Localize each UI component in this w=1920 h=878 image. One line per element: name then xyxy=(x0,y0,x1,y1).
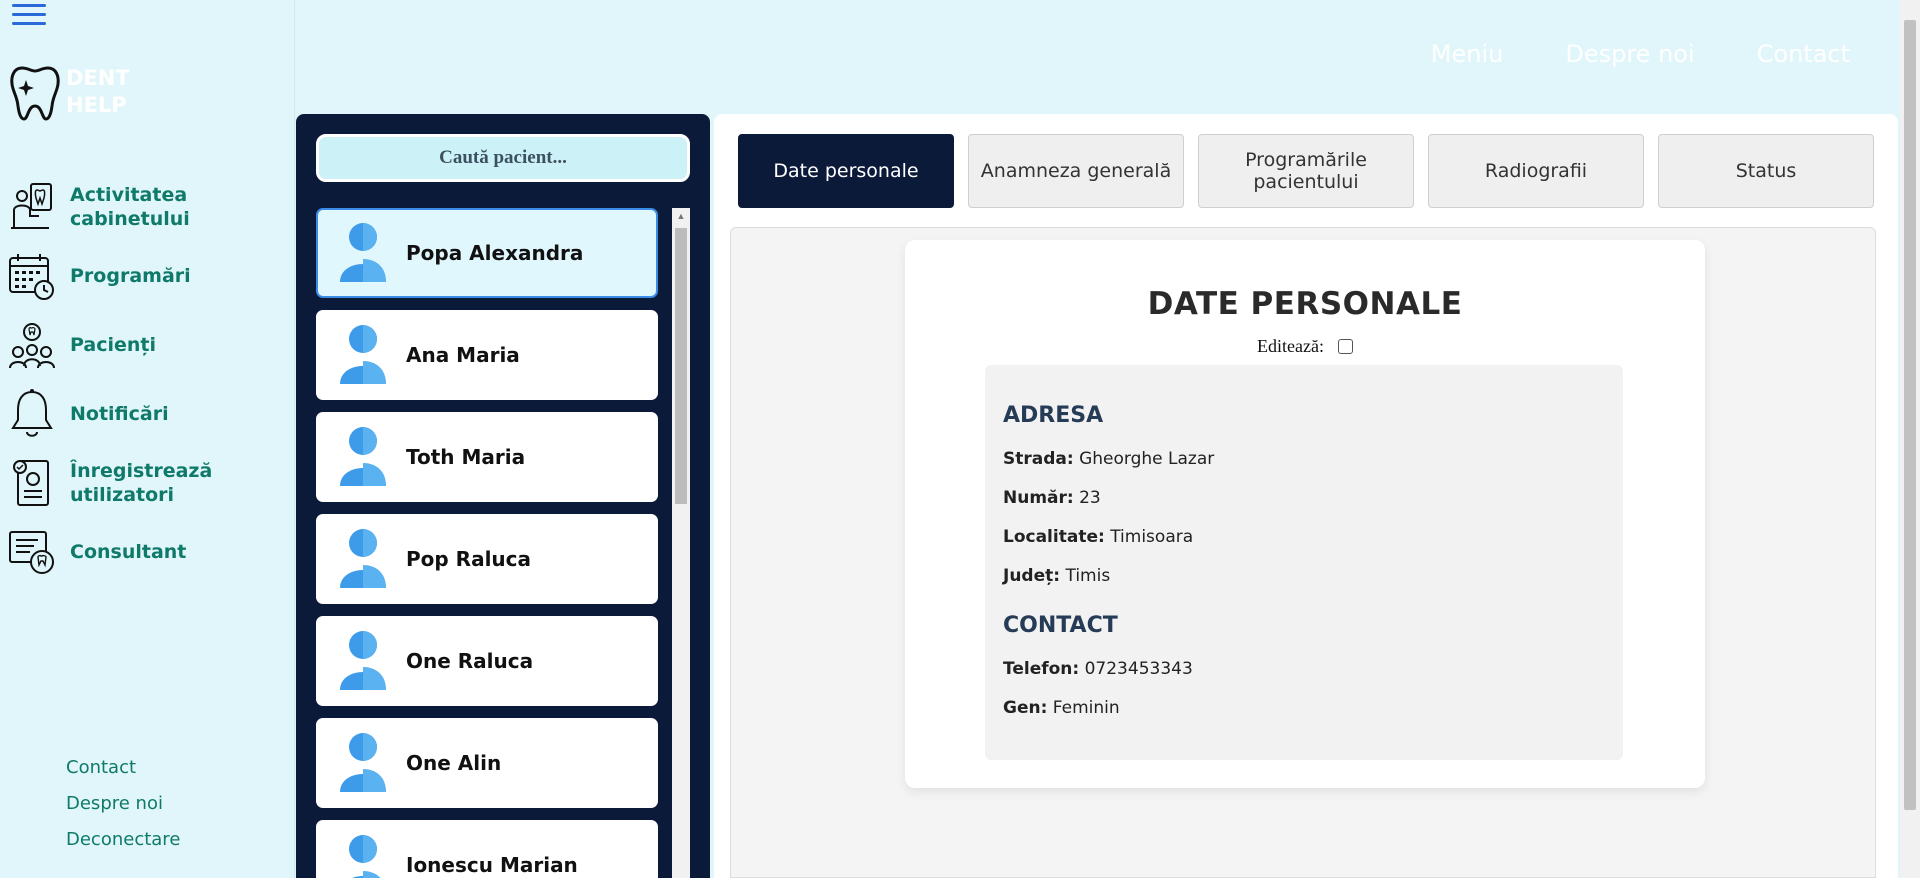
edit-label: Editează: xyxy=(1257,336,1324,356)
user-avatar-icon xyxy=(340,733,386,792)
scroll-up-arrow-icon[interactable]: ▲ xyxy=(672,208,690,224)
patient-name: One Raluca xyxy=(406,649,534,673)
logo: DENT HELP xyxy=(8,62,130,122)
tab-date-personale[interactable]: Date personale xyxy=(738,134,954,208)
page-scrollbar[interactable] xyxy=(1900,0,1920,878)
number-row: Număr: 23 xyxy=(1003,488,1101,508)
patient-card[interactable]: Popa Alexandra xyxy=(316,208,658,298)
calendar-icon xyxy=(8,250,56,302)
user-avatar-icon xyxy=(340,631,386,690)
street-row: Strada: Gheorghe Lazar xyxy=(1003,449,1215,469)
sidebar-item-label: Activitatea cabinetului xyxy=(70,184,190,230)
sidebar-item-pacienti[interactable]: Pacienți xyxy=(8,316,212,374)
patient-name: Toth Maria xyxy=(406,445,526,469)
page-title: DATE PERSONALE xyxy=(1147,286,1463,322)
top-nav-despre-noi[interactable]: Despre noi xyxy=(1565,40,1694,68)
sidebar-footer: Contact Despre noi Deconectare xyxy=(66,754,180,862)
patients-icon xyxy=(8,319,56,371)
top-nav: Meniu Despre noi Contact xyxy=(1431,40,1850,68)
register-users-icon xyxy=(8,457,56,509)
user-avatar-icon xyxy=(349,835,381,878)
user-avatar-icon xyxy=(340,325,386,384)
patient-name: Popa Alexandra xyxy=(406,241,584,265)
footer-link-deconectare[interactable]: Deconectare xyxy=(66,826,180,862)
patient-card[interactable]: One Alin xyxy=(316,718,658,808)
logo-text-line1: DENT xyxy=(66,66,130,90)
patient-list-panel: Caută pacient... Popa Alexandra Ana Mari… xyxy=(296,114,710,878)
patient-card[interactable]: Ana Maria xyxy=(316,310,658,400)
user-avatar-icon xyxy=(340,223,386,282)
edit-toggle: Editează: xyxy=(905,336,1705,357)
footer-link-despre-noi[interactable]: Despre noi xyxy=(66,790,180,826)
patient-card[interactable]: Toth Maria xyxy=(316,412,658,502)
address-heading: ADRESA xyxy=(1003,403,1104,428)
sidebar-item-programari[interactable]: Programări xyxy=(8,247,212,305)
footer-link-contact[interactable]: Contact xyxy=(66,754,180,790)
sidebar-item-label: Pacienți xyxy=(70,334,157,356)
tab-programarile-pacientului[interactable]: Programările pacientului xyxy=(1198,134,1414,208)
bell-icon xyxy=(8,388,56,440)
tab-status[interactable]: Status xyxy=(1658,134,1874,208)
page-scrollbar-thumb[interactable] xyxy=(1904,20,1916,810)
sidebar-nav: Activitatea cabinetului Programări Pacien… xyxy=(8,178,212,592)
personal-info-box: ADRESA Strada: Gheorghe Lazar Număr: 23 … xyxy=(985,365,1623,760)
patient-list: Popa Alexandra Ana Maria Toth Maria Pop … xyxy=(316,208,658,878)
sidebar-item-inregistreaza-utilizatori[interactable]: Înregistrează utilizatori xyxy=(8,454,212,512)
tab-content: DATE PERSONALE Editează: ADRESA Strada: … xyxy=(730,227,1876,878)
edit-checkbox[interactable] xyxy=(1337,339,1353,354)
patient-detail-panel: Date personale Anamneza generală Program… xyxy=(714,114,1898,878)
patient-name: Ionescu Marian xyxy=(406,853,578,877)
sidebar-item-consultant[interactable]: Consultant xyxy=(8,523,212,581)
sidebar: DENT HELP Activitatea cabinetului Program… xyxy=(0,0,295,878)
detail-tabs: Date personale Anamneza generală Program… xyxy=(738,134,1874,208)
patient-list-scrollbar[interactable]: ▲ xyxy=(672,208,690,878)
scrollbar-thumb[interactable] xyxy=(675,228,687,504)
phone-row: Telefon: 0723453343 xyxy=(1003,659,1193,679)
contact-heading: CONTACT xyxy=(1003,613,1118,638)
patient-name: One Alin xyxy=(406,751,502,775)
patient-card[interactable]: Pop Raluca xyxy=(316,514,658,604)
personal-data-card: DATE PERSONALE Editează: ADRESA Strada: … xyxy=(905,240,1705,788)
sidebar-item-label: Programări xyxy=(70,265,191,287)
tab-radiografii[interactable]: Radiografii xyxy=(1428,134,1644,208)
user-avatar-icon xyxy=(340,427,386,486)
hamburger-menu-icon[interactable] xyxy=(12,4,46,32)
top-nav-meniu[interactable]: Meniu xyxy=(1431,40,1504,68)
sidebar-item-notificari[interactable]: Notificări xyxy=(8,385,212,443)
tooth-logo-icon xyxy=(10,66,60,121)
sidebar-item-activitatea-cabinetului[interactable]: Activitatea cabinetului xyxy=(8,178,212,236)
user-avatar-icon xyxy=(340,529,386,588)
city-row: Localitate: Timisoara xyxy=(1003,527,1194,547)
patient-card[interactable]: One Raluca xyxy=(316,616,658,706)
patient-card[interactable]: Ionescu Marian xyxy=(316,820,658,878)
consultant-icon xyxy=(8,526,56,578)
sidebar-item-label: Consultant xyxy=(70,541,187,563)
patient-name: Pop Raluca xyxy=(406,547,532,571)
top-nav-contact[interactable]: Contact xyxy=(1757,40,1850,68)
logo-text-line2: HELP xyxy=(66,93,127,117)
sidebar-item-label: Notificări xyxy=(70,403,169,425)
sidebar-item-label: Înregistrează utilizatori xyxy=(70,460,213,506)
tab-anamneza-generala[interactable]: Anamneza generală xyxy=(968,134,1184,208)
patient-name: Ana Maria xyxy=(406,343,520,367)
search-patient-button[interactable]: Caută pacient... xyxy=(316,134,690,182)
clinic-activity-icon xyxy=(8,181,56,233)
county-row: Județ: Timis xyxy=(1003,566,1111,586)
gender-row: Gen: Feminin xyxy=(1003,698,1120,718)
